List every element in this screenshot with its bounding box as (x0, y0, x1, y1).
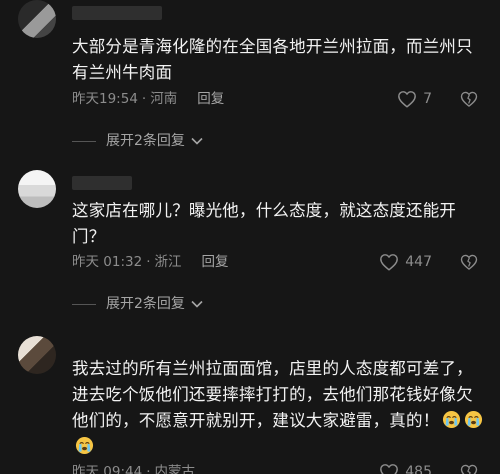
divider-line (72, 140, 96, 142)
crying-face-icon (465, 410, 483, 429)
reply-button[interactable]: 回复 (202, 252, 229, 272)
comment-location: 内蒙古 (154, 464, 196, 474)
username-redacted[interactable] (72, 6, 162, 20)
comment-list: 大部分是青海化隆的在全国各地开兰州拉面，而兰州只有兰州牛肉面 昨天19:54 ·… (0, 0, 500, 474)
comment-text-content: 我去过的所有兰州拉面面馆，店里的人态度都可差了，进去吃个饭他们还要摔摔打打的，去… (72, 359, 473, 430)
chevron-down-icon (191, 137, 203, 145)
comment-meta: 昨天 09:44 · 内蒙古 (72, 462, 195, 474)
heart-outline-icon (380, 464, 399, 474)
avatar[interactable] (18, 0, 56, 38)
expand-replies-button[interactable]: 展开2条回复 (72, 294, 203, 314)
comment-location: 浙江 (154, 254, 182, 270)
like-count: 447 (405, 254, 432, 270)
expand-replies-button[interactable]: 展开2条回复 (72, 131, 203, 151)
comment-time: 昨天 09:44 (72, 464, 143, 474)
comment-text: 这家店在哪儿？曝光他，什么态度，就这态度还能开门？ (72, 201, 457, 246)
expand-replies-label: 展开2条回复 (106, 133, 185, 149)
expand-replies-label: 展开2条回复 (106, 296, 185, 312)
like-button[interactable]: 485 (379, 462, 432, 474)
avatar[interactable] (18, 170, 56, 208)
like-button[interactable]: 447 (379, 252, 432, 272)
broken-heart-icon[interactable] (460, 463, 478, 474)
heart-outline-icon (380, 254, 399, 271)
comment-text: 大部分是青海化隆的在全国各地开兰州拉面，而兰州只有兰州牛肉面 (72, 37, 473, 82)
meta-separator: · (146, 254, 151, 270)
username-redacted[interactable] (72, 176, 132, 190)
crying-face-icon (443, 410, 461, 429)
comment-meta: 昨天19:54 · 河南 回复 (72, 89, 224, 109)
like-button[interactable]: 7 (397, 89, 432, 109)
comment-time: 昨天19:54 (72, 91, 138, 107)
like-count: 485 (405, 464, 432, 474)
comment-location: 河南 (150, 91, 178, 107)
meta-separator: · (141, 91, 147, 107)
like-count: 7 (423, 91, 432, 107)
crying-face-icon (75, 436, 94, 455)
broken-heart-icon[interactable] (460, 90, 478, 108)
broken-heart-icon[interactable] (460, 253, 478, 271)
divider-line (72, 303, 96, 305)
comment-time: 昨天 01:32 (72, 254, 143, 270)
heart-outline-icon (398, 91, 416, 108)
meta-separator: · (146, 464, 151, 474)
reply-button[interactable]: 回复 (197, 89, 224, 109)
chevron-down-icon (191, 300, 203, 308)
comment-text: 我去过的所有兰州拉面面馆，店里的人态度都可差了，进去吃个饭他们还要摔摔打打的，去… (72, 356, 484, 460)
comment-meta: 昨天 01:32 · 浙江 回复 (72, 252, 229, 272)
avatar[interactable] (18, 336, 56, 374)
